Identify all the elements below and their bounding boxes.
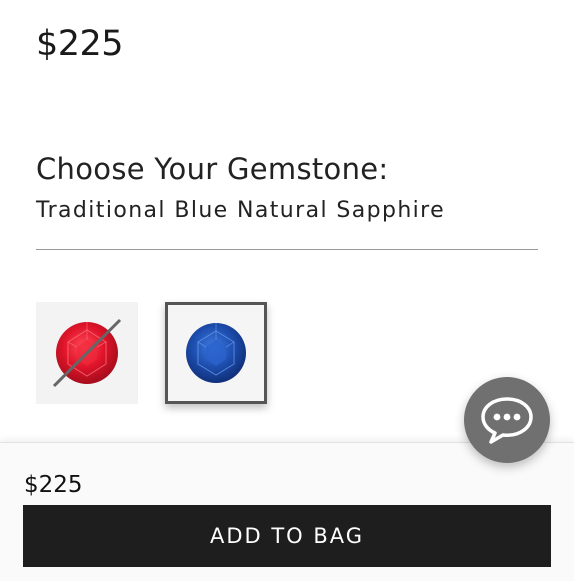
gemstone-option-sapphire[interactable]	[165, 302, 267, 404]
selected-gemstone-name: Traditional Blue Natural Sapphire	[36, 198, 446, 223]
ruby-gem-icon	[52, 318, 122, 388]
gemstone-option-ruby[interactable]	[36, 302, 138, 404]
product-price: $225	[36, 24, 124, 64]
gemstone-heading: Choose Your Gemstone:	[36, 152, 389, 186]
sapphire-gem-icon	[186, 323, 246, 383]
divider	[36, 249, 538, 250]
add-to-bag-button[interactable]: ADD TO BAG	[23, 505, 551, 567]
chat-bubble-icon	[481, 397, 533, 444]
footer-price: $225	[24, 472, 83, 498]
chat-button[interactable]	[464, 377, 550, 463]
